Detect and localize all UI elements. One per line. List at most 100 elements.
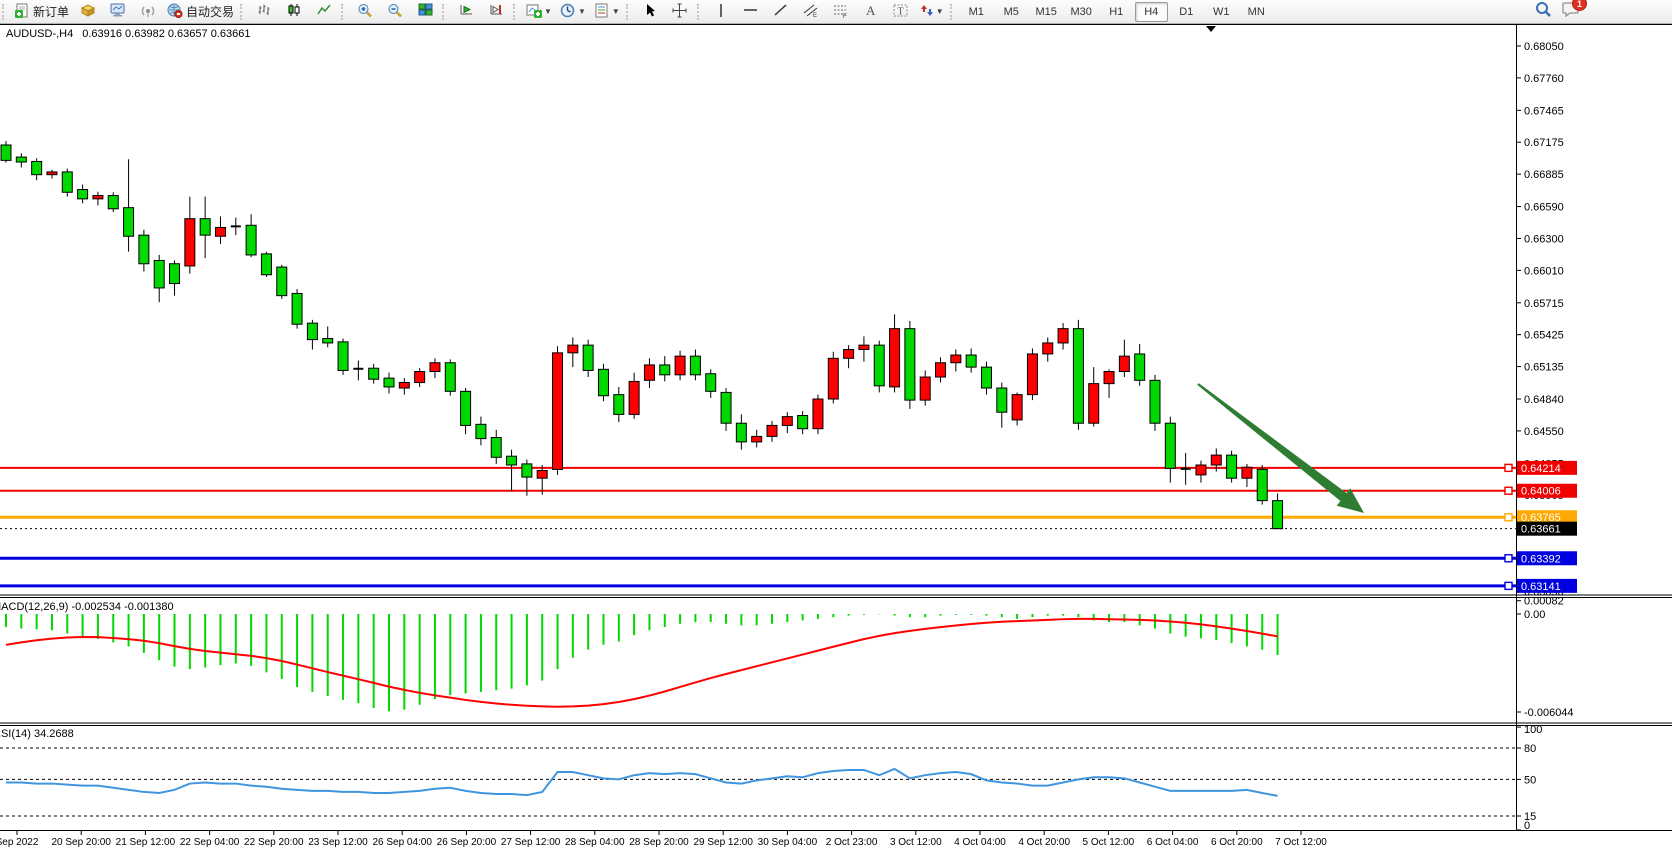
signal-icon	[140, 3, 156, 20]
zoom-in-button[interactable]	[351, 1, 379, 23]
zoom-out-button[interactable]	[381, 1, 409, 23]
terminal-button[interactable]	[104, 1, 132, 23]
bearish-candle	[139, 235, 149, 264]
time-tick-label[interactable]: 4 Oct 20:00	[1018, 837, 1070, 848]
chart-canvas[interactable]: 0.680500.677600.674650.671750.668850.665…	[0, 0, 1672, 853]
time-tick-label[interactable]: 2 Oct 23:00	[826, 837, 878, 848]
time-tick-label[interactable]: 20 Sep 20:00	[51, 837, 111, 848]
chat-button[interactable]: 1	[1562, 1, 1580, 22]
toolbar-grip	[950, 4, 956, 20]
time-tick-label[interactable]: 23 Sep 12:00	[308, 837, 368, 848]
signals-button[interactable]	[134, 1, 162, 23]
time-tick-label[interactable]: 5 Oct 12:00	[1083, 837, 1135, 848]
text-label-button[interactable]: T	[887, 1, 915, 23]
time-tick-label[interactable]: 28 Sep 20:00	[629, 837, 689, 848]
line-end-handle[interactable]	[1505, 555, 1512, 562]
timeframe-m15-button[interactable]: M15	[1030, 2, 1063, 22]
bearish-candle	[522, 464, 532, 477]
line-chart-button[interactable]	[310, 1, 338, 23]
rsi-tick-label: 80	[1524, 743, 1536, 755]
text-button[interactable]: A	[857, 1, 885, 23]
zoom-out-icon	[387, 3, 403, 21]
time-tick-label[interactable]: 26 Sep 04:00	[372, 837, 432, 848]
bullish-candle	[644, 365, 654, 380]
bullish-candle	[47, 172, 57, 175]
dropdown-caret: ▼	[578, 7, 586, 16]
bullish-candle	[936, 363, 946, 377]
chart-ohlc-header: AUDUSD-,H40.63916 0.63982 0.63657 0.6366…	[6, 28, 259, 40]
line-end-handle[interactable]	[1505, 514, 1512, 521]
bearish-candle	[874, 345, 884, 386]
trendline-button[interactable]	[767, 1, 795, 23]
fibonacci-button[interactable]: F	[827, 1, 855, 23]
rsi-indicator-label: RSI(14) 34.2688	[0, 728, 74, 740]
bearish-candle	[736, 423, 746, 442]
line-end-handle[interactable]	[1505, 487, 1512, 494]
timeframe-m1-button[interactable]: M1	[960, 2, 993, 22]
time-tick-label[interactable]: 6 Oct 20:00	[1211, 837, 1263, 848]
time-tick-label[interactable]: 26 Sep 20:00	[437, 837, 497, 848]
time-tick-label[interactable]: 4 Oct 04:00	[954, 837, 1006, 848]
indicators-button[interactable]: ▼	[523, 1, 555, 23]
line-end-handle[interactable]	[1505, 464, 1512, 471]
candlestick-chart-icon	[287, 3, 302, 20]
bullish-candle	[537, 471, 547, 479]
time-tick-label[interactable]: 27 Sep 12:00	[501, 837, 561, 848]
bearish-candle	[583, 345, 593, 370]
periods-button[interactable]: ▼	[557, 1, 589, 23]
mt4-window: 新订单 自动交易	[0, 0, 1672, 853]
vertical-line-icon	[715, 3, 727, 21]
trend-arrow-annotation[interactable]	[1197, 383, 1364, 513]
equidistant-channel-button[interactable]: E	[797, 1, 825, 23]
timeframe-d1-button[interactable]: D1	[1170, 2, 1203, 22]
timeframe-mn-button[interactable]: MN	[1240, 2, 1273, 22]
time-tick-label[interactable]: 7 Oct 12:00	[1275, 837, 1327, 848]
time-tick-label[interactable]: 30 Sep 04:00	[758, 837, 818, 848]
timeframe-m30-button[interactable]: M30	[1065, 2, 1098, 22]
price-tick-label: 0.64550	[1524, 426, 1564, 438]
time-tick-label[interactable]: 22 Sep 20:00	[244, 837, 304, 848]
autotrading-button[interactable]: 自动交易	[164, 1, 237, 23]
cursor-button[interactable]	[636, 1, 664, 23]
timeframe-m5-button[interactable]: M5	[995, 2, 1028, 22]
crosshair-button[interactable]	[666, 1, 694, 23]
toolbar-grip	[697, 4, 703, 20]
arrows-button[interactable]: ▼	[917, 1, 947, 23]
time-tick-label[interactable]: 28 Sep 04:00	[565, 837, 625, 848]
search-button[interactable]	[1535, 1, 1552, 23]
time-tick-label[interactable]: 21 Sep 12:00	[116, 837, 176, 848]
time-tick-label[interactable]: Sep 2022	[0, 837, 39, 848]
time-tick-label[interactable]: 22 Sep 04:00	[180, 837, 240, 848]
timeframe-h4-button[interactable]: H4	[1135, 2, 1168, 22]
auto-scroll-button[interactable]	[452, 1, 480, 23]
timeframe-h1-button[interactable]: H1	[1100, 2, 1133, 22]
horizontal-line-button[interactable]	[737, 1, 765, 23]
bullish-candle	[415, 372, 425, 383]
market-watch-button[interactable]	[74, 1, 102, 23]
bearish-candle	[62, 172, 72, 192]
indicators-icon	[526, 3, 542, 21]
tile-windows-button[interactable]	[411, 1, 439, 23]
bullish-candle	[1012, 395, 1022, 420]
price-level-badge-text: 0.63141	[1521, 581, 1561, 593]
new-order-button[interactable]: 新订单	[12, 1, 72, 23]
bearish-candle	[154, 260, 164, 287]
bearish-candle	[338, 342, 348, 371]
timeframe-w1-button[interactable]: W1	[1205, 2, 1238, 22]
bar-chart-button[interactable]	[250, 1, 278, 23]
time-tick-label[interactable]: 3 Oct 12:00	[890, 837, 942, 848]
templates-button[interactable]: ▼	[591, 1, 623, 23]
time-tick-label[interactable]: 29 Sep 12:00	[693, 837, 753, 848]
dropdown-caret: ▼	[612, 7, 620, 16]
bearish-candle	[78, 190, 88, 199]
bearish-candle	[292, 293, 302, 324]
chart-shift-button[interactable]	[482, 1, 510, 23]
price-tick-label: 0.65425	[1524, 330, 1564, 342]
candlestick-chart-button[interactable]	[280, 1, 308, 23]
time-tick-label[interactable]: 6 Oct 04:00	[1147, 837, 1199, 848]
vertical-line-button[interactable]	[707, 1, 735, 23]
chart-shift-marker[interactable]	[1206, 26, 1216, 32]
line-end-handle[interactable]	[1505, 582, 1512, 589]
channel-icon: E	[803, 3, 819, 21]
bearish-candle	[1165, 423, 1175, 468]
